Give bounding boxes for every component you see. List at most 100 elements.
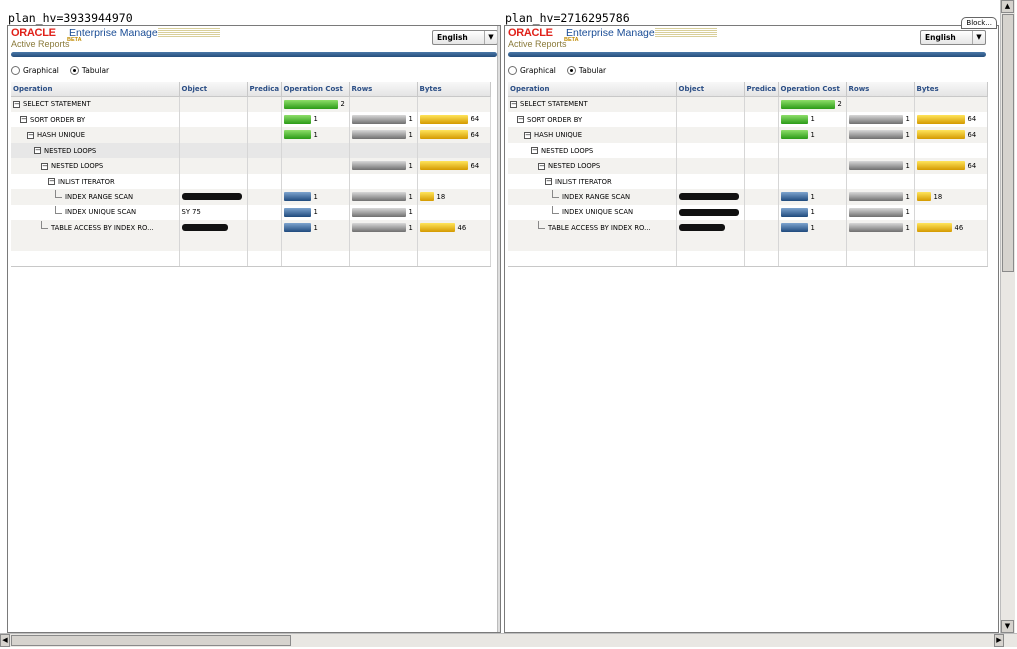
vertical-scrollbar[interactable]: ▲ ▼ bbox=[1000, 0, 1015, 633]
plan-row[interactable]: − NESTED LOOPS 1 64 bbox=[508, 158, 988, 174]
scroll-down-icon[interactable]: ▼ bbox=[1001, 620, 1014, 633]
scroll-right-icon[interactable]: ▶ bbox=[994, 634, 1004, 647]
plan-row[interactable]: − SORT ORDER BY 1 1 64 bbox=[11, 111, 491, 127]
operation-cell: INDEX RANGE SCAN bbox=[11, 189, 180, 205]
column-header[interactable]: Predica bbox=[744, 82, 779, 97]
panel-splitter[interactable] bbox=[497, 26, 500, 632]
graphical-radio[interactable] bbox=[11, 65, 20, 75]
operation-name: TABLE ACCESS BY INDEX RO... bbox=[51, 223, 154, 232]
rows-cell bbox=[846, 142, 915, 158]
plan-row[interactable]: − NESTED LOOPS bbox=[11, 142, 491, 158]
empty-cell bbox=[778, 235, 847, 251]
chevron-down-icon[interactable]: ▼ bbox=[484, 31, 497, 44]
cost-cell bbox=[778, 173, 847, 189]
collapse-icon[interactable]: − bbox=[13, 100, 20, 108]
rows-cell: 1 bbox=[349, 189, 418, 205]
plan-row[interactable]: INDEX RANGE SCAN 1 1 18 bbox=[508, 189, 988, 205]
plan-row[interactable]: TABLE ACCESS BY INDEX RO... 1 1 46 bbox=[11, 220, 491, 236]
rows-cell: 1 bbox=[846, 204, 915, 220]
plan-row[interactable]: INDEX UNIQUE SCAN SY 75 1 1 bbox=[11, 204, 491, 220]
collapse-icon[interactable]: − bbox=[34, 147, 41, 154]
collapse-icon[interactable]: − bbox=[517, 116, 524, 123]
rows-cell bbox=[349, 142, 418, 158]
object-cell bbox=[676, 111, 745, 127]
graphical-label[interactable]: Graphical bbox=[520, 66, 556, 75]
plan-row[interactable]: − INLIST ITERATOR bbox=[11, 173, 491, 189]
beta-badge: BETA bbox=[564, 37, 579, 43]
collapse-icon[interactable]: − bbox=[545, 178, 552, 185]
predicates-cell bbox=[247, 142, 282, 158]
language-select[interactable]: English ▼ bbox=[920, 30, 986, 45]
empty-cell bbox=[417, 251, 491, 267]
language-select[interactable]: English ▼ bbox=[432, 30, 498, 45]
plan-row[interactable]: − SELECT STATEMENT 2 bbox=[508, 96, 988, 112]
vertical-scroll-thumb[interactable] bbox=[1002, 14, 1014, 272]
column-header[interactable]: Object bbox=[676, 82, 745, 97]
horizontal-scrollbar[interactable]: ◀ ▶ bbox=[0, 633, 1017, 647]
collapse-icon[interactable]: − bbox=[20, 116, 27, 123]
collapse-icon[interactable]: − bbox=[538, 162, 545, 170]
tabular-label[interactable]: Tabular bbox=[82, 66, 109, 75]
cost-bar bbox=[780, 207, 808, 217]
bytes-bar bbox=[916, 223, 952, 233]
scroll-up-icon[interactable]: ▲ bbox=[1001, 0, 1014, 13]
column-header[interactable]: Bytes bbox=[417, 82, 491, 97]
column-header[interactable]: Rows bbox=[846, 82, 915, 97]
column-header[interactable]: Bytes bbox=[914, 82, 988, 97]
collapse-icon[interactable]: − bbox=[41, 162, 48, 170]
predicates-cell bbox=[744, 173, 779, 189]
bytes-cell: 18 bbox=[914, 189, 988, 205]
collapse-icon[interactable]: − bbox=[531, 147, 538, 154]
scroll-left-icon[interactable]: ◀ bbox=[0, 634, 10, 647]
operation-name: INDEX UNIQUE SCAN bbox=[562, 208, 634, 217]
plan-row[interactable]: − INLIST ITERATOR bbox=[508, 173, 988, 189]
tabular-radio[interactable] bbox=[566, 65, 576, 75]
rows-cell: 1 bbox=[349, 158, 418, 174]
rows-cell: 1 bbox=[846, 127, 915, 143]
operation-tree-node: − NESTED LOOPS bbox=[13, 147, 96, 155]
cost-bar bbox=[283, 114, 311, 124]
operation-tree-node: − SELECT STATEMENT bbox=[13, 100, 91, 108]
cost-bar bbox=[780, 130, 808, 140]
bytes-cell bbox=[417, 204, 491, 220]
column-header[interactable]: Rows bbox=[349, 82, 418, 97]
plan-row[interactable]: − SORT ORDER BY 1 1 64 bbox=[508, 111, 988, 127]
graphical-label[interactable]: Graphical bbox=[23, 66, 59, 75]
cost-value: 1 bbox=[313, 208, 318, 217]
object-cell bbox=[676, 173, 745, 189]
collapse-icon[interactable]: − bbox=[524, 131, 531, 139]
plan-row[interactable]: − HASH UNIQUE 1 1 64 bbox=[11, 127, 491, 143]
cost-bar bbox=[283, 130, 311, 140]
column-header[interactable]: Object bbox=[179, 82, 248, 97]
plan-row[interactable]: − SELECT STATEMENT 2 bbox=[11, 96, 491, 112]
predicates-cell bbox=[744, 189, 779, 205]
column-header[interactable]: Operation Cost bbox=[778, 82, 847, 97]
operation-name: TABLE ACCESS BY INDEX RO... bbox=[548, 223, 651, 232]
plan-row[interactable]: − NESTED LOOPS bbox=[508, 142, 988, 158]
plan-row[interactable]: − NESTED LOOPS 1 64 bbox=[11, 158, 491, 174]
bytes-cell bbox=[417, 96, 491, 112]
plan-row[interactable]: TABLE ACCESS BY INDEX RO... 1 1 46 bbox=[508, 220, 988, 236]
column-header[interactable]: Operation bbox=[508, 82, 677, 97]
chevron-down-icon[interactable]: ▼ bbox=[972, 31, 985, 44]
rows-value: 1 bbox=[408, 130, 413, 139]
collapse-icon[interactable]: − bbox=[27, 131, 34, 139]
tabular-radio[interactable] bbox=[69, 65, 79, 75]
plan-row[interactable]: INDEX UNIQUE SCAN 1 1 bbox=[508, 204, 988, 220]
column-header[interactable]: Operation bbox=[11, 82, 180, 97]
plan-row[interactable]: INDEX RANGE SCAN 1 1 18 bbox=[11, 189, 491, 205]
collapse-icon[interactable]: − bbox=[48, 178, 55, 185]
tabular-label[interactable]: Tabular bbox=[579, 66, 606, 75]
plan-row[interactable]: − HASH UNIQUE 1 1 64 bbox=[508, 127, 988, 143]
predicates-cell bbox=[744, 220, 779, 236]
operation-name: NESTED LOOPS bbox=[548, 162, 601, 170]
collapse-icon[interactable]: − bbox=[510, 100, 517, 108]
operation-tree-node: − SORT ORDER BY bbox=[13, 116, 85, 124]
operation-tree-node: − INLIST ITERATOR bbox=[13, 178, 115, 186]
column-header[interactable]: Predica bbox=[247, 82, 282, 97]
operation-name: SELECT STATEMENT bbox=[520, 100, 588, 109]
horizontal-scroll-thumb[interactable] bbox=[11, 635, 291, 646]
graphical-radio[interactable] bbox=[508, 65, 517, 75]
cost-value: 2 bbox=[837, 100, 842, 108]
column-header[interactable]: Operation Cost bbox=[281, 82, 350, 97]
